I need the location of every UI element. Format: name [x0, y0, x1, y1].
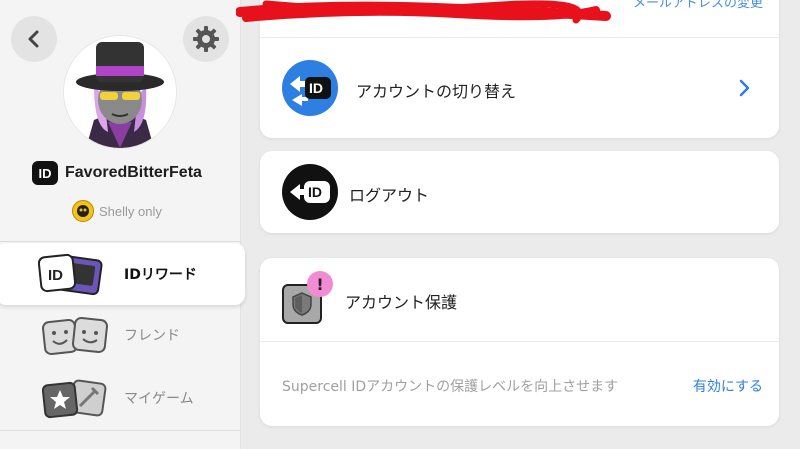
- svg-text:ID: ID: [308, 184, 322, 200]
- email-row: a il.com メールアドレスの変更: [236, 0, 779, 38]
- logout-card[interactable]: ID ログアウト: [260, 151, 779, 233]
- logout-icon: ID: [282, 164, 338, 220]
- profile-character-image: [64, 36, 176, 148]
- account-protection-title: アカウント保護: [345, 293, 458, 312]
- friends-icon: [42, 317, 108, 355]
- id-rewards-icon: ID: [38, 253, 103, 296]
- id-logo-icon: ID: [32, 161, 58, 185]
- brawl-stars-icon: [72, 200, 94, 222]
- switch-account-icon: ID: [282, 60, 338, 116]
- enable-protection-link[interactable]: 有効にする: [693, 376, 763, 396]
- nav-item-id-rewards[interactable]: ID IDリワード: [0, 243, 245, 305]
- nav-label-my-games: マイゲーム: [124, 391, 194, 407]
- logout-label: ログアウト: [349, 186, 430, 205]
- game-tag-label: Shelly only: [99, 203, 162, 219]
- account-card: a il.com メールアドレスの変更 ID アカウントの切り替え: [236, 0, 779, 138]
- account-protection-header[interactable]: ! アカウント保護: [260, 258, 779, 342]
- account-protection-description: Supercell IDアカウントの保護レベルを向上させます: [282, 379, 619, 395]
- nav-item-friends[interactable]: フレンド: [0, 305, 241, 365]
- alert-badge: !: [307, 271, 333, 297]
- change-email-link[interactable]: メールアドレスの変更: [633, 0, 763, 11]
- chevron-right-icon: [739, 79, 750, 97]
- divider: [0, 241, 241, 242]
- settings-button[interactable]: [183, 16, 229, 62]
- chevron-left-icon: [28, 30, 39, 48]
- my-games-icon: [42, 379, 107, 419]
- svg-text:ID: ID: [309, 80, 323, 96]
- switch-account-row[interactable]: ID アカウントの切り替え: [260, 40, 779, 136]
- avatar[interactable]: [64, 36, 176, 148]
- switch-account-label: アカウントの切り替え: [356, 82, 517, 101]
- account-protection-card: ! アカウント保護 Supercell IDアカウントの保護レベルを向上させます…: [260, 258, 779, 426]
- back-button[interactable]: [11, 16, 57, 62]
- nav-label-id-rewards: IDリワード: [124, 267, 197, 283]
- divider: [0, 430, 241, 431]
- username-row: ID FavoredBitterFeta: [32, 161, 202, 185]
- username: FavoredBitterFeta: [65, 164, 202, 181]
- svg-text:ID: ID: [48, 267, 63, 284]
- game-tag: Shelly only: [72, 200, 162, 222]
- redaction-scribble: [236, 0, 611, 24]
- sidebar: ID FavoredBitterFeta Shelly only ID IDリワ…: [0, 0, 245, 449]
- nav-label-friends: フレンド: [124, 328, 180, 344]
- gear-icon: [193, 26, 219, 52]
- nav-item-my-games[interactable]: マイゲーム: [0, 368, 241, 428]
